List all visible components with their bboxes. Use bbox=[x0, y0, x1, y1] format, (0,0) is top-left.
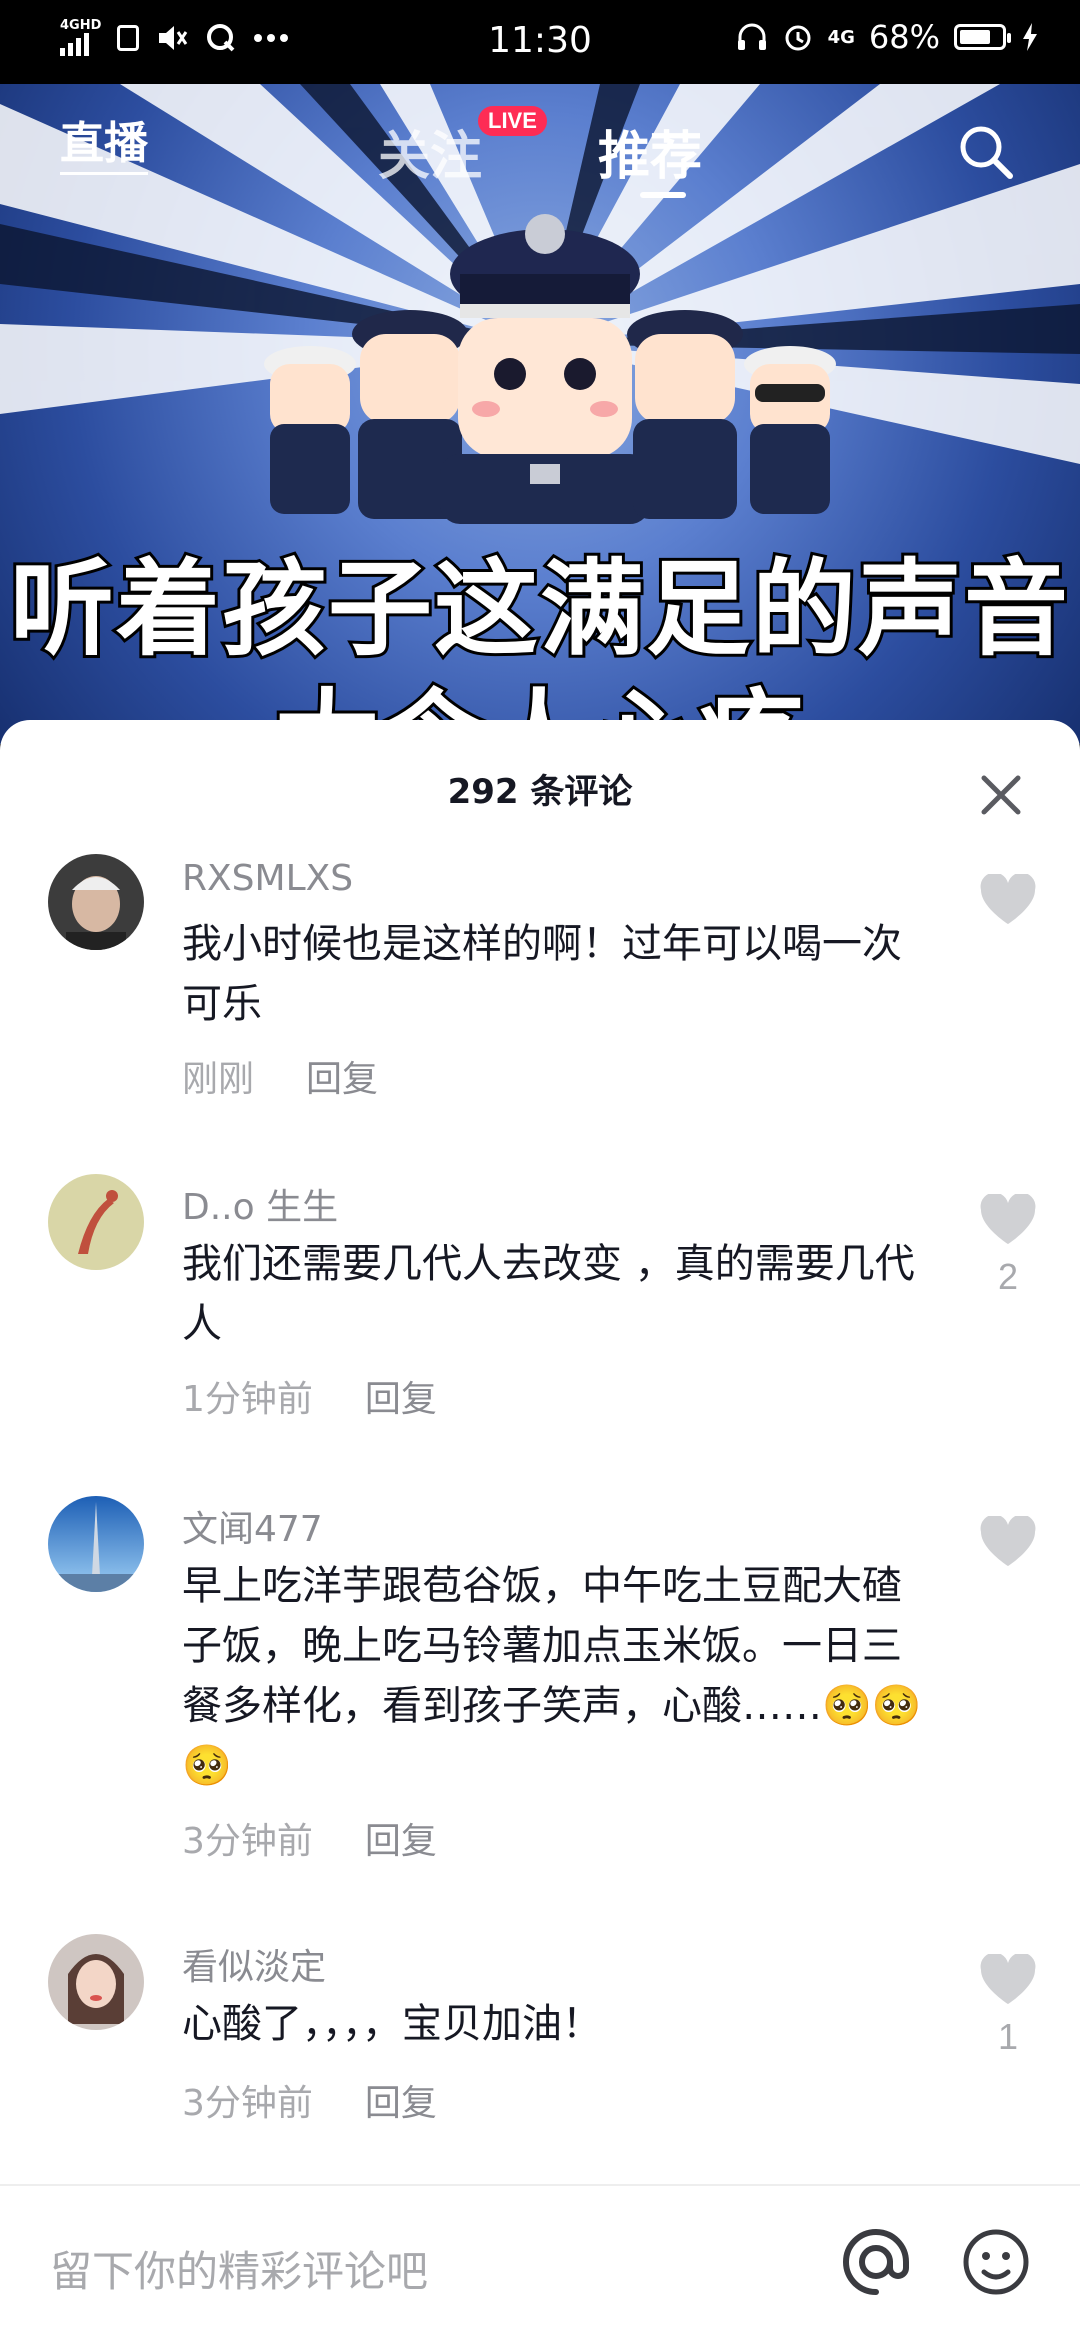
headphones-icon bbox=[737, 23, 766, 50]
comment-input[interactable]: 留下你的精彩评论吧 bbox=[50, 2238, 428, 2299]
like-button[interactable] bbox=[978, 1514, 1038, 1578]
like-button[interactable]: 1 bbox=[978, 1952, 1038, 2058]
reply-button[interactable]: 回复 bbox=[365, 1812, 437, 1864]
status-right: 4G 68% bbox=[736, 18, 1040, 56]
comment-username[interactable]: 文闻477 bbox=[182, 1500, 323, 1552]
live-button[interactable]: 直播 bbox=[60, 116, 148, 175]
alarm-icon bbox=[785, 25, 811, 51]
comment-text: 早上吃洋芋跟苞谷饭，中午吃土豆配大碴子饭，晚上吃马铃薯加点玉米饭。一日三餐多样化… bbox=[182, 1563, 922, 1789]
signal-type: 4G bbox=[827, 26, 855, 48]
heart-icon bbox=[980, 872, 1036, 924]
battery-percent: 68% bbox=[868, 18, 940, 56]
reply-button[interactable]: 回复 bbox=[365, 1370, 437, 1422]
battery-icon bbox=[954, 24, 1011, 50]
comment-username[interactable]: 看似淡定 bbox=[182, 1938, 326, 1990]
comment-meta: 3分钟前 回复 bbox=[182, 2074, 437, 2126]
like-button[interactable] bbox=[978, 872, 1038, 936]
comment-meta: 刚刚 回复 bbox=[182, 1050, 378, 1102]
close-icon[interactable] bbox=[978, 772, 1024, 818]
like-button[interactable]: 2 bbox=[978, 1192, 1038, 1298]
search-icon[interactable] bbox=[956, 122, 1016, 182]
comment-meta: 3分钟前 回复 bbox=[182, 1812, 437, 1864]
comment-time: 3分钟前 bbox=[182, 1821, 313, 1862]
comment-time: 3分钟前 bbox=[182, 2083, 313, 2124]
reply-button[interactable]: 回复 bbox=[306, 1050, 378, 1102]
video-caption-line1: 听着孩子这满足的声音 bbox=[7, 545, 1071, 673]
heart-icon bbox=[980, 1514, 1036, 1566]
comment-time: 1分钟前 bbox=[182, 1379, 313, 1420]
comment-username[interactable]: RXSMLXS bbox=[182, 858, 353, 899]
emoji-icon[interactable] bbox=[960, 2226, 1032, 2298]
comment-text: 我们还需要几代人去改变 ，真的需要几代人 bbox=[182, 1241, 915, 1347]
comment-input-bar: 留下你的精彩评论吧 bbox=[0, 2184, 1080, 2342]
comment-username[interactable]: D..o 生生 bbox=[182, 1178, 338, 1230]
video-player[interactable]: 听着孩子这满足的声音 太令人心疼 直播 关注 LIVE 推荐 bbox=[0, 84, 1080, 744]
comment-text: 我小时候也是这样的啊！过年可以喝一次可乐 bbox=[182, 921, 902, 1027]
avatar[interactable] bbox=[48, 854, 144, 950]
avatar[interactable] bbox=[48, 1934, 144, 2030]
reply-button[interactable]: 回复 bbox=[365, 2074, 437, 2126]
comment-text: 心酸了，，，，宝贝加油！ bbox=[182, 2001, 602, 2047]
charging-icon bbox=[1023, 23, 1037, 51]
comment-time: 刚刚 bbox=[182, 1059, 255, 1100]
live-badge: LIVE bbox=[478, 106, 547, 136]
top-nav: 直播 关注 LIVE 推荐 bbox=[0, 84, 1080, 214]
avatar[interactable] bbox=[48, 1174, 144, 1270]
like-count: 1 bbox=[997, 2016, 1019, 2057]
comment-meta: 1分钟前 回复 bbox=[182, 1370, 437, 1422]
heart-icon bbox=[980, 1192, 1036, 1244]
like-count: 2 bbox=[997, 1256, 1019, 1297]
tab-recommend[interactable]: 推荐 bbox=[598, 114, 702, 189]
status-bar: 4GHD 11:30 4G 68% bbox=[0, 0, 1080, 84]
comments-count-title: 292 条评论 bbox=[447, 772, 633, 812]
at-mention-icon[interactable] bbox=[840, 2226, 912, 2298]
comments-sheet: 292 条评论 RXSMLXS 我小时候也是这样的啊！过年可以喝一次可乐 刚刚 … bbox=[0, 720, 1080, 2340]
avatar[interactable] bbox=[48, 1496, 144, 1592]
tab-follow[interactable]: 关注 bbox=[378, 114, 482, 189]
police-cartoon-image bbox=[264, 214, 836, 524]
tab-active-indicator bbox=[640, 192, 686, 198]
heart-icon bbox=[980, 1952, 1036, 2004]
